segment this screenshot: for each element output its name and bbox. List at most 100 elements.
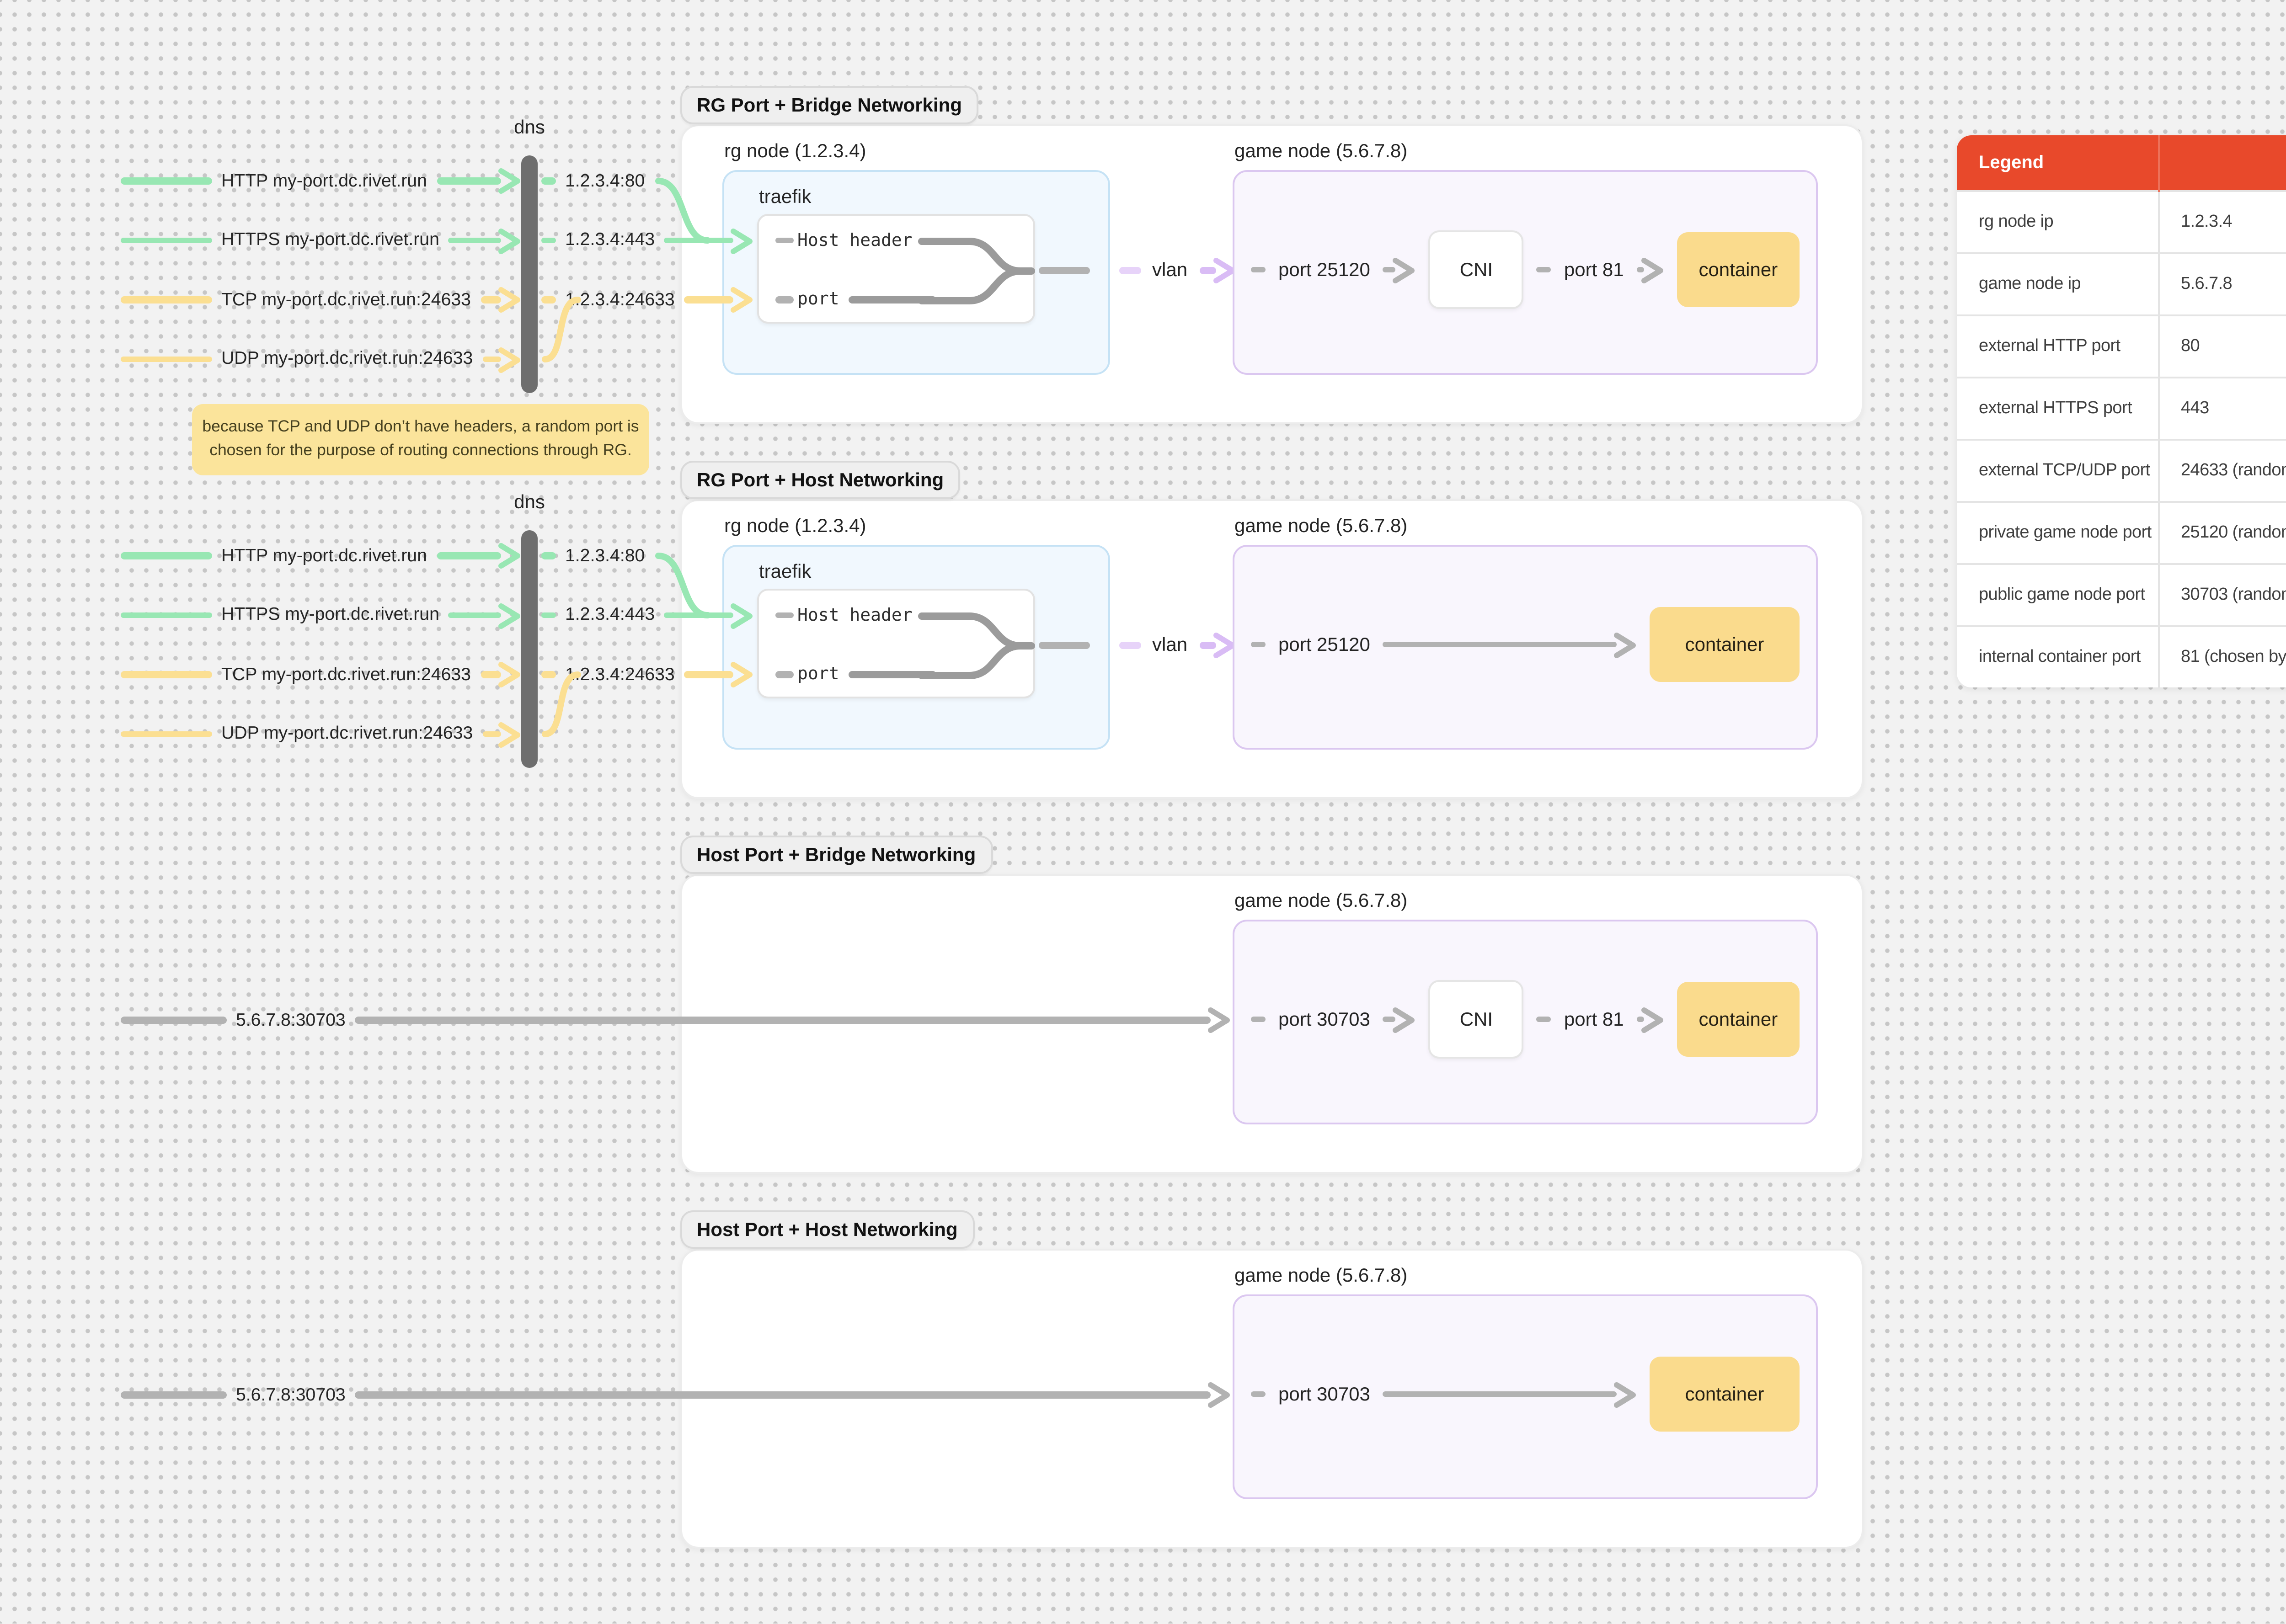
game-node-flow: port 30703 CNI port 81 container [1251,980,1800,1059]
merge-curve [542,297,581,362]
arrow [1383,1005,1416,1034]
legend-cell: 24633 (randomly chosen per configured po… [2157,439,2286,502]
traefik-port-label: port [797,665,839,685]
dns-request-row: TCP my-port.dc.rivet.run:24633 [121,285,521,314]
arrow [482,719,521,749]
dns-request-label: HTTP my-port.dc.rivet.run [221,546,427,566]
dns-request-label: TCP my-port.dc.rivet.run:24633 [221,665,471,685]
merge-curve [542,671,581,737]
dns-request-label: HTTPS my-port.dc.rivet.run [221,230,439,250]
section-title: Host Port + Host Networking [697,1219,958,1241]
arrow [354,1380,1231,1410]
section-title: RG Port + Bridge Networking [697,94,962,116]
external-address-label: 5.6.7.8:30703 [236,1385,346,1405]
vlan-label: vlan [1152,259,1188,281]
dns-request-label: HTTP my-port.dc.rivet.run [221,171,427,191]
arrowhead-icon [1641,257,1663,282]
game-node-label: game node (5.6.7.8) [1234,141,1408,163]
dns-resolved-label: 1.2.3.4:443 [565,605,655,625]
section-title-pill: RG Port + Bridge Networking [680,86,978,124]
node-port-label: port 30703 [1278,1008,1370,1030]
game-node-flow: port 25120 container [1251,607,1800,682]
arrowhead-icon [1393,1006,1415,1032]
dns-request-label: TCP my-port.dc.rivet.run:24633 [221,290,471,310]
dns-group-1: dns HTTP my-port.dc.rivet.run HTTPS my-p… [0,0,786,439]
container-box: container [1677,232,1800,307]
dns-request-row: UDP my-port.dc.rivet.run:24633 [121,345,521,374]
arrowhead-icon [498,287,520,313]
cni-box: CNI [1428,980,1524,1059]
legend-row: private game node port 25120 (randomly c… [1957,501,2286,564]
arrowhead-icon [731,602,753,628]
arrow [664,226,753,255]
arrowhead-icon [1614,632,1636,657]
traefik-port-label: port [797,290,839,310]
note-line: because TCP and UDP don’t have headers, … [202,417,639,435]
legend-cell: 5.6.7.8 [2157,252,2286,315]
dns-label: dns [514,117,545,139]
dns-request-row: HTTP my-port.dc.rivet.run [121,541,521,570]
legend-cell: internal container port [1957,625,2158,687]
section-title: Host Port + Bridge Networking [697,844,976,866]
legend-row: internal container port 81 (chosen by us… [1957,625,2286,687]
dns-resolved-row: 1.2.3.4:443 [541,226,753,255]
arrow [664,601,753,630]
container-label: container [1685,634,1764,655]
game-node-label: game node (5.6.7.8) [1234,890,1408,912]
arrowhead-icon [1393,257,1415,282]
connector-stub [541,237,556,244]
section-title: RG Port + Host Networking [697,469,944,491]
dns-resolved-label: 1.2.3.4:80 [565,171,645,191]
arrowhead-icon [731,228,753,253]
legend-cell: external HTTPS port [1957,377,2158,440]
arrow [684,285,753,314]
connector-line [121,356,212,362]
external-address-row: 5.6.7.8:30703 [121,1380,1231,1410]
node-port-label: port 25120 [1278,634,1370,655]
dns-label: dns [514,492,545,514]
arrowhead-icon [498,543,520,569]
legend-cell: 30703 (randomly chosen per configured ho… [2157,563,2286,626]
dns-resolved-label: 1.2.3.4:80 [565,546,645,566]
container-label: container [1698,1008,1778,1030]
vlan-stub [1119,267,1141,273]
external-address-label: 5.6.7.8:30703 [236,1010,346,1030]
legend-cell: 1.2.3.4 [2157,190,2286,253]
host-header-label: Host header [797,605,913,625]
section-rg-port-host: RG Port + Host Networking rg node (1.2.3… [680,461,1864,801]
dns-resolved-row: 1.2.3.4:443 [541,601,753,630]
arrowhead-icon [1641,1006,1663,1032]
connector-line [1039,642,1090,648]
container-box: container [1650,1357,1800,1432]
dns-resolved-row: 1.2.3.4:80 [541,541,710,618]
arrowhead-icon [498,662,520,687]
connector-line [121,237,212,244]
connector-stub [1251,1391,1266,1397]
cni-box: CNI [1428,230,1524,309]
section-title-pill: RG Port + Host Networking [680,461,961,499]
arrow [480,660,521,689]
legend-cell: game node ip [1957,252,2158,315]
dns-request-row: HTTPS my-port.dc.rivet.run [121,601,521,630]
arrow [684,660,753,689]
legend-row: game node ip 5.6.7.8 [1957,252,2286,315]
arrowhead-icon [1208,1382,1230,1408]
section-title-pill: Host Port + Bridge Networking [680,836,993,874]
arrowhead-icon [731,662,753,687]
game-node-label: game node (5.6.7.8) [1234,516,1408,538]
vlan-stub [1119,642,1141,648]
note-line: chosen for the purpose of routing connec… [209,441,632,460]
container-box: container [1677,982,1800,1057]
connector-line [121,553,212,559]
route-merge-curve [918,612,1035,678]
host-header-label: Host header [797,230,913,250]
external-address-row: 5.6.7.8:30703 [121,1006,1231,1035]
container-label: container [1698,259,1778,281]
connector-line [121,731,212,737]
dns-bar [521,155,538,393]
arrowhead-icon [1614,1381,1636,1407]
legend-cell: external TCP/UDP port [1957,439,2158,502]
game-node-flow: port 25120 CNI port 81 container [1251,230,1800,309]
legend-row: external TCP/UDP port 24633 (randomly ch… [1957,439,2286,502]
diagram-canvas: RG Port + Bridge Networking rg node (1.2… [0,0,2286,1624]
